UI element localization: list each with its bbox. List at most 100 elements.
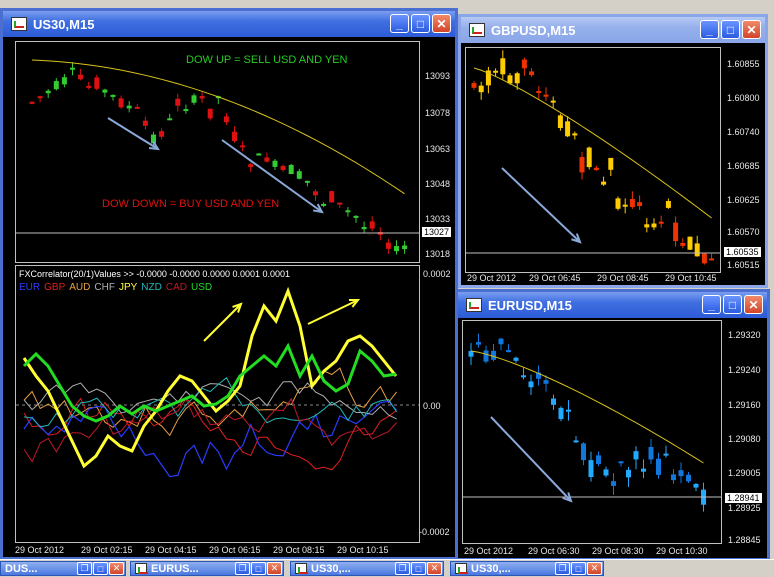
candle <box>256 153 262 156</box>
candle <box>118 98 124 108</box>
candle <box>500 58 506 75</box>
gbpusd-title-bar[interactable]: GBPUSD,M15 _ □ ✕ <box>461 17 765 43</box>
candle <box>528 381 534 388</box>
price-label: 1.60570 <box>727 227 760 237</box>
candle <box>521 59 527 69</box>
chart-window-icon <box>455 563 468 574</box>
maximize-button[interactable]: □ <box>411 562 426 575</box>
minimized-window-4[interactable]: US30,... ❐ □ ✕ <box>450 561 604 576</box>
candle <box>656 458 661 475</box>
candle <box>394 246 399 252</box>
candle <box>673 222 679 242</box>
legend-item-gbp: GBP <box>44 282 66 293</box>
eurusd-window-title: EURUSD,M15 <box>488 297 572 313</box>
maximize-button[interactable]: □ <box>721 20 740 39</box>
minimized-window-3[interactable]: US30,... ❐ □ ✕ <box>290 561 444 576</box>
candle <box>586 147 592 168</box>
close-button[interactable]: ✕ <box>744 295 763 314</box>
minimized-window-title: DUS... <box>5 562 38 575</box>
candle <box>629 198 635 208</box>
close-button[interactable]: ✕ <box>427 562 442 575</box>
chart-window-icon <box>11 17 27 31</box>
price-label: 13018 <box>425 249 451 259</box>
candle <box>633 451 639 460</box>
price-label: 13078 <box>425 108 451 118</box>
time-label: 29 Oct 2012 <box>467 273 517 283</box>
candle <box>264 157 270 162</box>
us30-window-title: US30,M15 <box>33 16 95 32</box>
gbpusd-chart-window[interactable]: GBPUSD,M15 _ □ ✕ 1.60855 1.60800 1.60740… <box>458 14 768 288</box>
candle <box>513 357 519 361</box>
candle <box>126 105 132 109</box>
chart-window-icon <box>295 563 308 574</box>
trend-arrow-up <box>307 299 359 325</box>
candle <box>588 460 594 478</box>
maximize-button[interactable]: □ <box>93 562 108 575</box>
candle <box>199 96 205 99</box>
maximize-button[interactable]: □ <box>251 562 266 575</box>
restore-button[interactable]: ❐ <box>395 562 410 575</box>
candle <box>493 70 499 73</box>
legend-item-nzd: NZD <box>141 282 162 293</box>
candle <box>579 157 585 173</box>
candle <box>651 223 657 228</box>
eurusd-candlestick-chart <box>463 333 721 512</box>
close-button[interactable]: ✕ <box>267 562 282 575</box>
trend-arrow-down <box>107 117 159 150</box>
close-button[interactable]: ✕ <box>742 20 761 39</box>
minimize-button[interactable]: _ <box>390 14 409 33</box>
candle <box>142 120 148 126</box>
candle <box>680 242 686 246</box>
candle <box>61 77 67 85</box>
maximize-button[interactable]: □ <box>411 14 430 33</box>
candle <box>626 469 631 478</box>
us30-price-plot[interactable]: DOW UP = SELL USD AND YEN DOW DOWN = BUY… <box>15 41 420 263</box>
candle <box>402 245 408 250</box>
price-label: 1.29080 <box>728 434 761 444</box>
close-button[interactable]: ✕ <box>109 562 124 575</box>
time-label: 29 Oct 06:30 <box>528 546 580 556</box>
time-label: 29 Oct 08:45 <box>597 273 649 283</box>
candle <box>671 474 676 481</box>
annotation-dow-up: DOW UP = SELL USD AND YEN <box>186 54 348 66</box>
close-button[interactable]: ✕ <box>587 562 602 575</box>
time-label: 29 Oct 2012 <box>15 545 65 555</box>
candle <box>622 204 628 207</box>
candle <box>248 164 254 168</box>
minimize-button[interactable]: _ <box>700 20 719 39</box>
candle <box>644 224 650 228</box>
candle <box>572 133 578 136</box>
legend-item-cad: CAD <box>165 282 187 293</box>
us30-chart-window[interactable]: US30,M15 _ □ ✕ DOW UP = SELL USD AND YEN… <box>0 8 458 560</box>
fxcorrelator-indicator-plot[interactable]: FXCorrelator(20/1)Values >> -0.0000 -0.0… <box>15 265 420 543</box>
gbpusd-price-plot[interactable] <box>465 47 721 273</box>
candle <box>483 350 489 362</box>
candle <box>240 145 246 148</box>
us30-title-bar[interactable]: US30,M15 _ □ ✕ <box>3 11 455 37</box>
restore-button[interactable]: ❐ <box>555 562 570 575</box>
candle <box>573 440 579 443</box>
price-label: 1.60800 <box>727 93 760 103</box>
maximize-button[interactable]: □ <box>571 562 586 575</box>
restore-button[interactable]: ❐ <box>235 562 250 575</box>
candle <box>476 342 481 345</box>
candle <box>369 221 375 229</box>
time-label: 29 Oct 10:15 <box>337 545 389 555</box>
candle <box>304 180 310 183</box>
minimize-button[interactable]: _ <box>702 295 721 314</box>
maximize-button[interactable]: □ <box>723 295 742 314</box>
minimized-window-1[interactable]: DUS... ❐ □ ✕ <box>0 561 126 576</box>
eurusd-chart-window[interactable]: EURUSD,M15 _ □ ✕ 1.29320 1.29240 1.29160… <box>455 289 770 561</box>
candle <box>558 407 564 420</box>
price-label: 13063 <box>425 144 451 154</box>
indicator-scale-top: 0.0002 <box>423 269 451 279</box>
candle <box>611 481 616 486</box>
eurusd-price-plot[interactable] <box>462 320 722 544</box>
minimized-window-2[interactable]: EURUS... ❐ □ ✕ <box>130 561 284 576</box>
candle <box>468 351 474 357</box>
restore-button[interactable]: ❐ <box>77 562 92 575</box>
eurusd-title-bar[interactable]: EURUSD,M15 _ □ ✕ <box>458 292 767 318</box>
close-button[interactable]: ✕ <box>432 14 451 33</box>
price-label: 13093 <box>425 71 451 81</box>
price-label: 1.60625 <box>727 195 760 205</box>
